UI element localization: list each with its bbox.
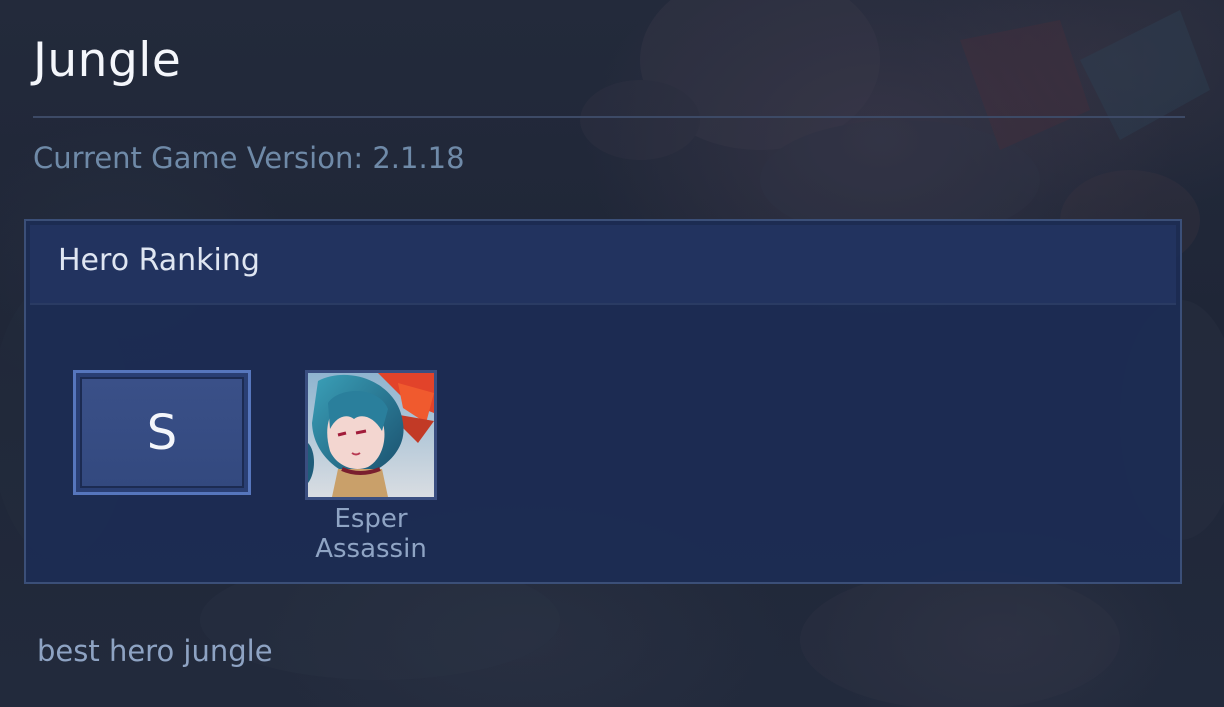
footer-caption: best hero jungle	[37, 634, 273, 668]
tier-badge-s: S	[73, 370, 251, 495]
game-version-label: Current Game Version: 2.1.18	[33, 141, 465, 175]
hero-portrait-icon[interactable]	[305, 370, 437, 500]
hero-name: Esper Assassin	[315, 504, 427, 564]
hero-ranking-panel: Hero Ranking S Esper Assassin	[24, 219, 1182, 584]
title-divider	[33, 116, 1185, 118]
page-title: Jungle	[33, 33, 182, 88]
panel-header: Hero Ranking	[30, 225, 1176, 305]
game-tier-list-screen: Jungle Current Game Version: 2.1.18 Hero…	[0, 0, 1224, 707]
panel-title: Hero Ranking	[58, 243, 260, 278]
tier-badge-inner: S	[80, 377, 244, 488]
hero-card[interactable]: Esper Assassin	[305, 370, 437, 564]
tier-letter: S	[146, 404, 178, 461]
